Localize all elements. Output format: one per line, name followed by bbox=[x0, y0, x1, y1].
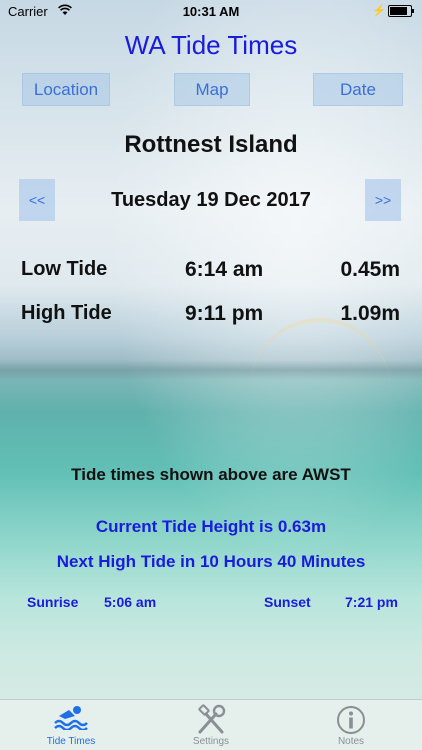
tools-icon bbox=[198, 704, 226, 734]
location-button[interactable]: Location bbox=[22, 73, 110, 106]
swimmer-icon bbox=[54, 706, 88, 730]
tide-row-low: Low Tide 6:14 am 0.45m bbox=[0, 258, 422, 288]
tide-height: 1.09m bbox=[340, 302, 400, 325]
tab-label: Tide Times bbox=[46, 736, 96, 747]
tide-type: High Tide bbox=[21, 302, 112, 324]
sunrise-label: Sunrise bbox=[27, 594, 79, 610]
status-bar: Carrier 10:31 AM ⚡ bbox=[0, 0, 422, 22]
current-tide-height: Current Tide Height is 0.63m bbox=[95, 517, 327, 536]
app-title: WA Tide Times bbox=[124, 30, 298, 60]
status-time: 10:31 AM bbox=[182, 4, 240, 19]
next-high-tide: Next High Tide in 10 Hours 40 Minutes bbox=[56, 552, 366, 571]
sunrise-time: 5:06 am bbox=[104, 594, 157, 610]
selected-date: Tuesday 19 Dec 2017 bbox=[111, 189, 311, 211]
next-day-button[interactable]: >> bbox=[365, 179, 401, 221]
charging-icon: ⚡ bbox=[372, 5, 386, 17]
tab-label: Notes bbox=[337, 736, 365, 747]
map-button[interactable]: Map bbox=[174, 73, 250, 106]
tab-settings[interactable]: Settings bbox=[161, 700, 261, 750]
tide-height: 0.45m bbox=[340, 258, 400, 281]
battery-fill bbox=[390, 7, 408, 15]
tide-type: Low Tide bbox=[21, 258, 108, 280]
timezone-note: Tide times shown above are AWST bbox=[71, 465, 351, 484]
date-button[interactable]: Date bbox=[313, 73, 403, 106]
tide-time: 9:11 pm bbox=[185, 302, 264, 325]
tab-label: Settings bbox=[192, 736, 230, 747]
tab-notes[interactable]: Notes bbox=[301, 700, 401, 750]
tide-time: 6:14 am bbox=[185, 258, 264, 281]
info-icon bbox=[337, 706, 365, 734]
battery-icon bbox=[388, 5, 414, 17]
tab-bar: Tide Times Settings Notes bbox=[0, 699, 422, 750]
tab-tide-times[interactable]: Tide Times bbox=[21, 700, 121, 750]
location-name: Rottnest Island bbox=[124, 131, 298, 158]
sunset-label: Sunset bbox=[264, 594, 311, 610]
sunset-time: 7:21 pm bbox=[345, 594, 398, 610]
tide-row-high: High Tide 9:11 pm 1.09m bbox=[0, 302, 422, 332]
